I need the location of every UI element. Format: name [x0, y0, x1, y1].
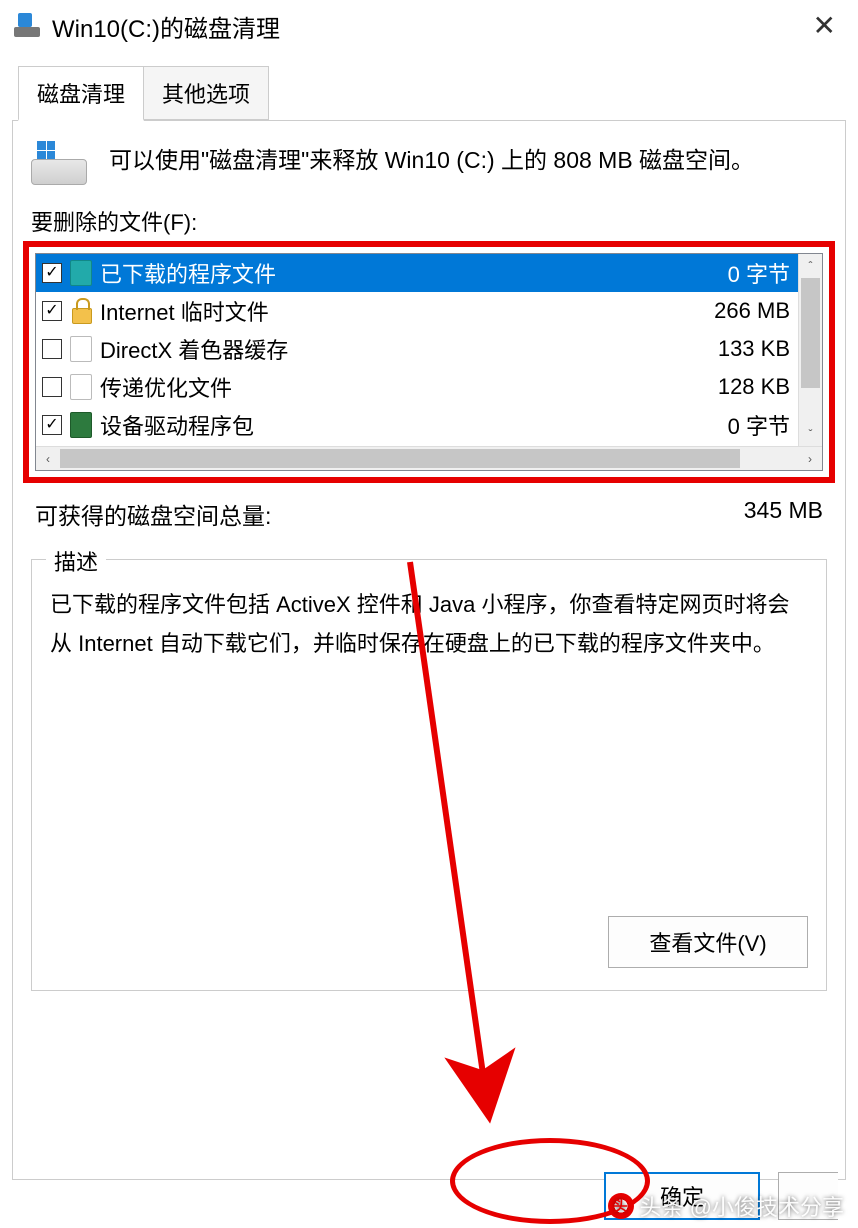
list-item[interactable]: Internet 临时文件266 MB — [36, 292, 798, 330]
info-row: 可以使用"磁盘清理"来释放 Win10 (C:) 上的 808 MB 磁盘空间。 — [31, 141, 827, 185]
lock-icon — [70, 298, 92, 324]
list-item[interactable]: 设备驱动程序包0 字节 — [36, 406, 798, 444]
list-item[interactable]: DirectX 着色器缓存133 KB — [36, 330, 798, 368]
checkbox[interactable] — [42, 301, 62, 321]
description-fieldset: 描述 已下载的程序文件包括 ActiveX 控件和 Java 小程序，你查看特定… — [31, 559, 827, 991]
checkbox[interactable] — [42, 415, 62, 435]
item-size: 266 MB — [702, 298, 790, 324]
annotation-highlight-box: 已下载的程序文件0 字节Internet 临时文件266 MBDirectX 着… — [23, 241, 835, 483]
scrollbar-thumb[interactable] — [60, 449, 740, 468]
list-item[interactable]: 传递优化文件128 KB — [36, 368, 798, 406]
watermark: 头 头条 @小俊技术分享 — [608, 1190, 844, 1222]
checkbox[interactable] — [42, 377, 62, 397]
files-listbox[interactable]: 已下载的程序文件0 字节Internet 临时文件266 MBDirectX 着… — [35, 253, 823, 471]
view-files-button[interactable]: 查看文件(V) — [608, 916, 808, 968]
watermark-text: 头条 @小俊技术分享 — [640, 1190, 844, 1222]
scroll-left-icon[interactable]: ‹ — [36, 447, 60, 470]
teal-icon — [70, 260, 92, 286]
titlebar: Win10(C:)的磁盘清理 ✕ — [0, 0, 858, 48]
scroll-up-icon[interactable]: ˆ — [799, 254, 822, 278]
description-body: 已下载的程序文件包括 ActiveX 控件和 Java 小程序，你查看特定网页时… — [50, 586, 808, 663]
description-legend: 描述 — [46, 545, 106, 577]
tab-panel: 可以使用"磁盘清理"来释放 Win10 (C:) 上的 808 MB 磁盘空间。… — [12, 120, 846, 1180]
scroll-down-icon[interactable]: ˇ — [799, 422, 822, 446]
horizontal-scrollbar[interactable]: ‹ › — [36, 446, 822, 470]
green-icon — [70, 412, 92, 438]
tab-other-options[interactable]: 其他选项 — [143, 66, 269, 120]
scrollbar-thumb[interactable] — [801, 278, 820, 388]
disk-cleanup-icon — [14, 13, 40, 39]
window-title: Win10(C:)的磁盘清理 — [52, 9, 805, 44]
summary-label: 可获得的磁盘空间总量: — [35, 497, 271, 531]
item-size: 133 KB — [706, 336, 790, 362]
summary-row: 可获得的磁盘空间总量: 345 MB — [31, 497, 827, 531]
file-icon — [70, 336, 92, 362]
item-size: 0 字节 — [716, 409, 790, 441]
drive-icon — [31, 141, 87, 185]
item-size: 0 字节 — [716, 257, 790, 289]
list-item[interactable]: 已下载的程序文件0 字节 — [36, 254, 798, 292]
scroll-right-icon[interactable]: › — [798, 447, 822, 470]
checkbox[interactable] — [42, 263, 62, 283]
vertical-scrollbar[interactable]: ˆ ˇ — [798, 254, 822, 446]
item-name: 设备驱动程序包 — [100, 409, 716, 441]
close-icon[interactable]: ✕ — [805, 12, 844, 40]
item-name: Internet 临时文件 — [100, 295, 702, 327]
file-icon — [70, 374, 92, 400]
summary-value: 345 MB — [744, 497, 823, 531]
files-to-delete-label: 要删除的文件(F): — [31, 205, 827, 237]
tab-disk-cleanup[interactable]: 磁盘清理 — [18, 66, 144, 121]
tab-bar: 磁盘清理 其他选项 — [18, 66, 858, 120]
checkbox[interactable] — [42, 339, 62, 359]
item-name: 已下载的程序文件 — [100, 257, 716, 289]
item-size: 128 KB — [706, 374, 790, 400]
item-name: 传递优化文件 — [100, 371, 706, 403]
watermark-logo-icon: 头 — [608, 1193, 634, 1219]
item-name: DirectX 着色器缓存 — [100, 333, 706, 365]
info-text: 可以使用"磁盘清理"来释放 Win10 (C:) 上的 808 MB 磁盘空间。 — [109, 141, 754, 180]
